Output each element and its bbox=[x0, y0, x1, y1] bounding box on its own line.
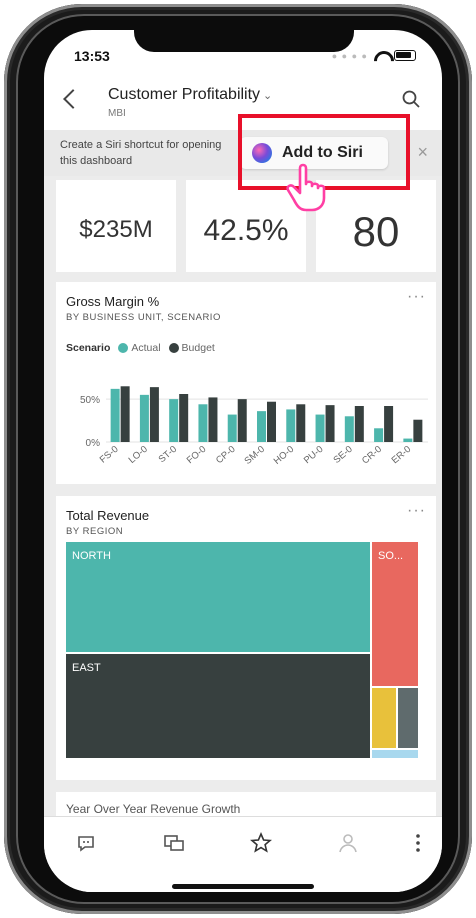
tile-label: EAST bbox=[72, 662, 101, 674]
x-tick-label: CP-0 bbox=[214, 444, 238, 466]
card-title: Year Over Year Revenue Growth bbox=[66, 802, 241, 816]
back-icon[interactable] bbox=[63, 89, 83, 109]
treemap-tile-north[interactable]: NORTH bbox=[66, 542, 370, 652]
x-tick-label: ST-0 bbox=[157, 444, 179, 465]
kpi-value: 80 bbox=[352, 208, 400, 255]
bar-budget-sm-0 bbox=[267, 401, 276, 442]
x-tick-label: PU-0 bbox=[302, 444, 326, 466]
pointer-hand-icon bbox=[286, 163, 326, 212]
legend-item-budget: Budget bbox=[168, 342, 215, 354]
dashboard-title-text: Customer Profitability bbox=[108, 86, 261, 103]
kpi-tile-revenue[interactable]: $235M bbox=[56, 180, 176, 272]
battery-icon bbox=[394, 50, 416, 61]
tile-label: NORTH bbox=[72, 550, 111, 562]
more-icon[interactable] bbox=[406, 831, 430, 855]
dashboard-title[interactable]: Customer Profitability ⌄ bbox=[108, 86, 272, 104]
revenue-treemap[interactable]: NORTH EAST SO... bbox=[66, 542, 422, 770]
bar-budget-se-0 bbox=[354, 406, 364, 442]
treemap-tile-south[interactable]: SO... bbox=[372, 542, 418, 686]
bar-budget-fs-0 bbox=[120, 386, 130, 442]
comment-icon[interactable] bbox=[74, 831, 98, 855]
card-subtitle: BY REGION bbox=[66, 526, 124, 537]
bar-actual-fo-0 bbox=[198, 404, 208, 442]
home-indicator bbox=[172, 884, 314, 889]
legend-label: Budget bbox=[181, 342, 215, 354]
status-icons: ● ● ● ● bbox=[332, 50, 416, 61]
card-title: Gross Margin % bbox=[66, 294, 160, 309]
legend-item-actual: Actual bbox=[118, 342, 161, 354]
gross-margin-chart[interactable]: 50% 0%FS-0 LO-0 ST-0 FO-0 CP-0 SM-0 HO-0 PU-0 SE-… bbox=[56, 368, 436, 484]
legend-dot-budget bbox=[168, 343, 179, 353]
bar-actual-fs-0 bbox=[110, 388, 120, 442]
bar-budget-cr-0 bbox=[384, 406, 394, 442]
y-tick-label: 0% bbox=[86, 438, 101, 449]
treemap-tile-yellow[interactable] bbox=[372, 688, 396, 748]
treemap-tile-lightblue[interactable] bbox=[372, 750, 418, 758]
status-time: 13:53 bbox=[74, 48, 110, 64]
favorites-star-icon[interactable] bbox=[249, 831, 273, 855]
user-icon[interactable] bbox=[336, 831, 360, 855]
treemap-tile-grey[interactable] bbox=[398, 688, 418, 748]
chevron-down-icon: ⌄ bbox=[263, 90, 273, 102]
wifi-icon bbox=[374, 51, 388, 61]
x-tick-label: ER-0 bbox=[390, 444, 414, 466]
bar-actual-ho-0 bbox=[286, 409, 296, 442]
bar-budget-lo-0 bbox=[149, 387, 159, 442]
more-options-icon[interactable]: ··· bbox=[407, 502, 426, 520]
treemap-tile-east[interactable]: EAST bbox=[66, 654, 370, 758]
kpi-tile-count[interactable]: 80 bbox=[316, 180, 436, 272]
card-title: Total Revenue bbox=[66, 508, 150, 523]
legend-dot-actual bbox=[118, 343, 129, 353]
search-icon[interactable] bbox=[402, 90, 420, 108]
x-tick-label: FO-0 bbox=[185, 444, 209, 466]
bottom-tab-bar bbox=[44, 816, 442, 892]
notch bbox=[134, 30, 354, 52]
x-tick-label: CR-0 bbox=[360, 444, 384, 467]
dashboards-icon[interactable] bbox=[162, 831, 186, 855]
y-tick-label: 50% bbox=[80, 395, 100, 406]
bar-budget-cp-0 bbox=[237, 399, 247, 442]
bar-budget-ho-0 bbox=[296, 404, 306, 442]
bar-budget-fo-0 bbox=[208, 397, 218, 442]
bar-actual-er-0 bbox=[403, 438, 413, 442]
bar-actual-se-0 bbox=[344, 416, 354, 442]
card-subtitle: BY BUSINESS UNIT, SCENARIO bbox=[66, 312, 221, 323]
x-tick-label: HO-0 bbox=[272, 444, 296, 467]
siri-banner-text: Create a Siri shortcut for opening this … bbox=[60, 139, 222, 167]
close-icon[interactable]: × bbox=[417, 142, 428, 163]
kpi-value: $235M bbox=[79, 216, 153, 243]
bar-actual-lo-0 bbox=[139, 394, 149, 442]
bar-actual-cr-0 bbox=[374, 428, 384, 442]
more-options-icon[interactable]: ··· bbox=[407, 288, 426, 306]
bar-budget-pu-0 bbox=[325, 405, 335, 442]
total-revenue-card[interactable]: Total Revenue BY REGION ··· NORTH EAST S… bbox=[56, 496, 436, 780]
bar-actual-st-0 bbox=[169, 399, 179, 442]
legend-title: Scenario bbox=[66, 342, 111, 354]
x-tick-label: LO-0 bbox=[127, 444, 150, 466]
x-tick-label: SM-0 bbox=[242, 444, 266, 467]
gross-margin-card[interactable]: Gross Margin % BY BUSINESS UNIT, SCENARI… bbox=[56, 282, 436, 484]
signal-icon: ● ● ● ● bbox=[331, 50, 368, 61]
workspace-name: MBI bbox=[108, 108, 126, 119]
bar-actual-sm-0 bbox=[257, 411, 266, 442]
bar-actual-pu-0 bbox=[315, 414, 325, 442]
dashboard-content: $235M 42.5% 80 Gross Margin % BY BUSINES… bbox=[44, 176, 442, 832]
legend-label: Actual bbox=[131, 342, 161, 354]
bar-budget-st-0 bbox=[179, 394, 189, 442]
chart-legend: Scenario Actual Budget bbox=[66, 342, 215, 354]
bar-actual-cp-0 bbox=[227, 414, 237, 442]
x-tick-label: SE-0 bbox=[331, 444, 354, 466]
kpi-value: 42.5% bbox=[203, 214, 289, 247]
tile-label: SO... bbox=[378, 550, 404, 562]
phone-screen: 13:53 ● ● ● ● Customer Profitability ⌄ MB… bbox=[44, 30, 442, 892]
bar-budget-er-0 bbox=[413, 419, 423, 442]
x-tick-label: FS-0 bbox=[98, 444, 121, 466]
